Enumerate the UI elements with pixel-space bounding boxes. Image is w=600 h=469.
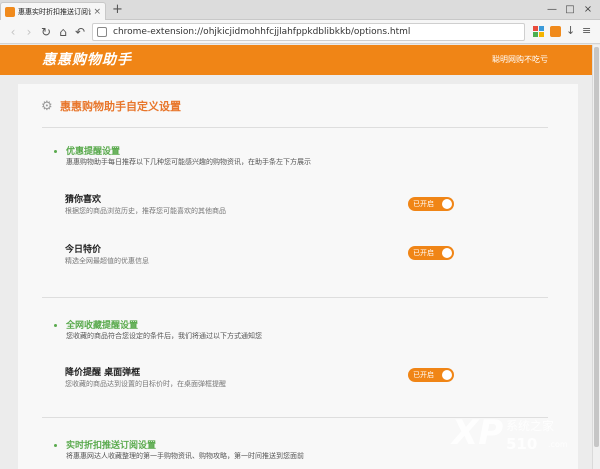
site-watermark: XP 系统之家 510 .com <box>452 413 594 463</box>
toggle-price-drop-popup[interactable]: 已开启 <box>408 368 454 382</box>
section-desc-realtime-push: 将惠惠网达人收藏整理的第一手购物资讯、购物攻略，第一时间推送到您面前 <box>66 452 304 460</box>
watermark-logo-text: XP <box>452 413 504 453</box>
watermark-cn-text: 系统之家 <box>506 419 555 433</box>
new-tab-button[interactable]: + <box>112 3 123 17</box>
section-title-realtime-push: 实时折扣推送订阅设置 <box>66 441 157 451</box>
settings-card: ⚙ 惠惠购物助手自定义设置 优惠提醒设置 惠惠购物助手每日推荐以下几种您可能感兴… <box>18 84 578 469</box>
toggle-knob <box>442 199 452 209</box>
undo-icon[interactable]: ↶ <box>73 24 87 40</box>
watermark-number-text: 510 <box>506 435 538 453</box>
shopping-assistant-extension-icon[interactable] <box>550 26 561 37</box>
tab-favicon-icon <box>5 6 15 17</box>
section-title-deals: 优惠提醒设置 <box>66 147 121 157</box>
options-page: 惠惠购物助手 聪明网购不吃亏 ⚙ 惠惠购物助手自定义设置 优惠提醒设置 惠惠购物… <box>0 45 600 469</box>
maximize-icon[interactable]: □ <box>562 2 578 16</box>
home-icon[interactable]: ⌂ <box>56 24 70 40</box>
tab-close-icon[interactable]: × <box>93 7 101 17</box>
tab-title: 惠惠实时折扣推送订阅设置 <box>18 7 91 16</box>
row-title-price-drop-popup: 降价提醒 桌面弹框 <box>65 368 141 378</box>
close-window-icon[interactable]: × <box>580 2 596 16</box>
page-scrollbar[interactable] <box>592 45 600 469</box>
reload-icon[interactable]: ↻ <box>39 24 53 40</box>
back-icon[interactable]: ‹ <box>6 24 20 40</box>
section-desc-deals: 惠惠购物助手每日推荐以下几种您可能感兴趣的购物资讯，在助手条左下方展示 <box>66 158 311 166</box>
toggle-guess-you-like[interactable]: 已开启 <box>408 197 454 211</box>
apps-grid-icon[interactable] <box>533 26 544 37</box>
section-bullet-icon <box>54 150 57 153</box>
minimize-icon[interactable]: — <box>544 2 560 16</box>
row-title-guess-you-like: 猜你喜欢 <box>65 195 102 205</box>
address-text[interactable]: chrome-extension://ohjkicjidmohhfcjjlahf… <box>113 26 410 38</box>
download-icon[interactable]: ↓ <box>566 25 575 37</box>
toggle-daily-specials[interactable]: 已开启 <box>408 246 454 260</box>
brand-logo: 惠惠购物助手 <box>42 52 132 68</box>
toggle-knob <box>442 248 452 258</box>
page-icon <box>97 27 107 37</box>
page-header: 惠惠购物助手 聪明网购不吃亏 <box>0 45 592 75</box>
section-title-favorites: 全网收藏提醒设置 <box>66 321 139 331</box>
row-desc-price-drop-popup: 您收藏的商品达到设置的目标价时，在桌面弹框提醒 <box>65 380 226 388</box>
toggle-label: 已开启 <box>413 200 434 208</box>
section-bullet-icon <box>54 444 57 447</box>
row-title-daily-specials: 今日特价 <box>65 245 102 255</box>
forward-icon[interactable]: › <box>22 24 36 40</box>
scrollbar-thumb[interactable] <box>594 47 599 447</box>
toggle-knob <box>442 370 452 380</box>
browser-tab[interactable]: 惠惠实时折扣推送订阅设置 × <box>0 2 106 20</box>
browser-toolbar: ‹ › ↻ ⌂ ↶ chrome-extension://ohjkicjidmo… <box>0 20 600 44</box>
row-desc-guess-you-like: 根据您的商品浏览历史，推荐您可能喜欢的其他商品 <box>65 207 226 215</box>
gear-icon: ⚙ <box>41 99 53 114</box>
watermark-domain-text: .com <box>548 440 568 449</box>
page-title: 惠惠购物助手自定义设置 <box>60 100 181 113</box>
toggle-label: 已开启 <box>413 371 434 379</box>
divider <box>42 297 548 298</box>
toggle-label: 已开启 <box>413 249 434 257</box>
menu-icon[interactable]: ≡ <box>582 25 591 37</box>
address-bar[interactable]: chrome-extension://ohjkicjidmohhfcjjlahf… <box>92 23 525 41</box>
section-desc-favorites: 您收藏的商品符合您设定的条件后，我们将通过以下方式通知您 <box>66 332 262 340</box>
divider <box>42 127 548 128</box>
row-desc-daily-specials: 精选全网最超值的优惠信息 <box>65 257 149 265</box>
browser-tab-strip: 惠惠实时折扣推送订阅设置 × + — □ × <box>0 0 600 20</box>
header-slogan: 聪明网购不吃亏 <box>492 55 548 64</box>
section-bullet-icon <box>54 324 57 327</box>
